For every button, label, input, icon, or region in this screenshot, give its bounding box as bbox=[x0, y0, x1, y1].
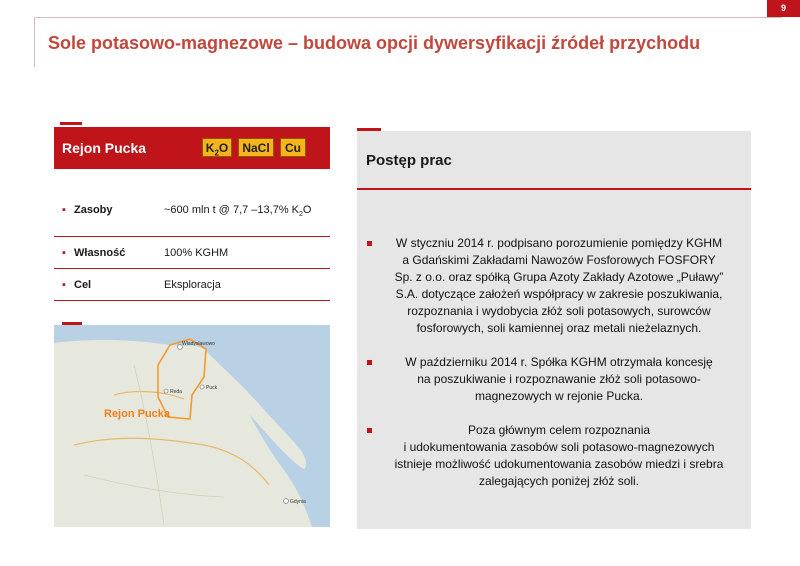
bullet-line: zalegających poniżej złóż soli. bbox=[478, 474, 640, 488]
bullet-icon: ▪ bbox=[62, 204, 66, 216]
bullet-square-icon bbox=[367, 241, 372, 246]
chip-cu: Cu bbox=[280, 138, 306, 157]
bullet-line: Sp. z o.o. oraz spółką Grupa Azoty Zakła… bbox=[394, 270, 724, 284]
progress-heading: Postęp prac bbox=[366, 152, 452, 169]
bullet-icon: ▪ bbox=[62, 247, 66, 259]
bullet-text: Poza głównym celem rozpoznania i udokume… bbox=[376, 422, 742, 490]
bullet-line: Poza głównym celem rozpoznania bbox=[467, 423, 651, 437]
bullet-line: rozpoznania i wydobycia złóż soli potaso… bbox=[407, 304, 711, 318]
chip-cu-label: Cu bbox=[285, 141, 301, 155]
chip-k2o: K2O bbox=[202, 138, 232, 157]
bullet-line: a Gdańskimi Zakładami Nawozów Fosforowyc… bbox=[402, 253, 716, 267]
progress-panel: Postęp prac W styczniu 2014 r. podpisano… bbox=[357, 131, 751, 529]
row-divider bbox=[54, 268, 330, 269]
region-map: Rejon Pucka Władysławowo Gdynia Puck Red… bbox=[54, 325, 330, 527]
region-header: Rejon Pucka K2O NaCl Cu bbox=[54, 127, 330, 169]
title-divider bbox=[34, 17, 35, 67]
row-divider bbox=[54, 236, 330, 237]
region-name: Rejon Pucka bbox=[62, 140, 147, 156]
info-label: Zasoby bbox=[74, 204, 113, 216]
bullet-line: istnieje możliwość udokumentowania zasob… bbox=[394, 457, 724, 471]
info-value: Eksploracja bbox=[164, 279, 221, 291]
progress-bullet: W październiku 2014 r. Spółka KGHM otrzy… bbox=[367, 354, 742, 405]
bullet-line: S.A. dotyczące założeń współpracy w zakr… bbox=[395, 287, 723, 301]
bullet-line: fosforowych, soli kamiennej oraz metali … bbox=[416, 321, 702, 335]
progress-bullet: Poza głównym celem rozpoznania i udokume… bbox=[367, 422, 742, 490]
slide-title: Sole potasowo-magnezowe – budowa opcji d… bbox=[48, 33, 701, 53]
info-label: Własność bbox=[74, 247, 126, 259]
bullet-text: W styczniu 2014 r. podpisano porozumieni… bbox=[376, 235, 742, 337]
bullet-line: na poszukiwanie i rozpoznawanie złóż sol… bbox=[417, 372, 701, 386]
chip-nacl: NaCl bbox=[238, 138, 274, 157]
progress-bullet: W styczniu 2014 r. podpisano porozumieni… bbox=[367, 235, 742, 337]
page-number: 9 bbox=[780, 3, 786, 13]
map-place-label: Reda bbox=[170, 389, 182, 395]
map-place-label: Puck bbox=[206, 385, 218, 391]
map-place-label: Gdynia bbox=[290, 499, 306, 505]
bullet-line: W styczniu 2014 r. podpisano porozumieni… bbox=[395, 236, 723, 250]
map-region-label: Rejon Pucka bbox=[104, 408, 171, 420]
info-label: Cel bbox=[74, 279, 92, 291]
info-value: 100% KGHM bbox=[164, 247, 229, 259]
bullet-text: W październiku 2014 r. Spółka KGHM otrzy… bbox=[376, 354, 742, 405]
info-value-text: ~600 mln t @ 7,7 –13,7% K bbox=[164, 204, 299, 216]
row-divider bbox=[54, 300, 330, 301]
map-place-label: Władysławowo bbox=[182, 341, 215, 347]
info-value: ~600 mln t @ 7,7 –13,7% K2O bbox=[164, 204, 311, 218]
bullet-square-icon bbox=[367, 428, 372, 433]
chip-k2o-tail: O bbox=[218, 141, 229, 155]
header-rule bbox=[36, 17, 782, 18]
chip-nacl-label: NaCl bbox=[242, 141, 270, 155]
page-number-badge: 9 bbox=[767, 0, 800, 17]
bullet-line: W październiku 2014 r. Spółka KGHM otrzy… bbox=[405, 355, 713, 369]
bullet-square-icon bbox=[367, 360, 372, 365]
map-graphic: Rejon Pucka Władysławowo Gdynia Puck Red… bbox=[54, 325, 330, 527]
bullet-line: magnezowych w rejonie Pucka. bbox=[474, 389, 644, 403]
bullet-line: i udokumentowania zasobów soli potasowo-… bbox=[403, 440, 715, 454]
progress-bullets: W styczniu 2014 r. podpisano porozumieni… bbox=[367, 235, 742, 507]
region-accent-bar bbox=[60, 122, 82, 125]
bullet-icon: ▪ bbox=[62, 279, 66, 291]
progress-rule bbox=[357, 188, 751, 190]
info-value-tail: O bbox=[302, 204, 312, 216]
